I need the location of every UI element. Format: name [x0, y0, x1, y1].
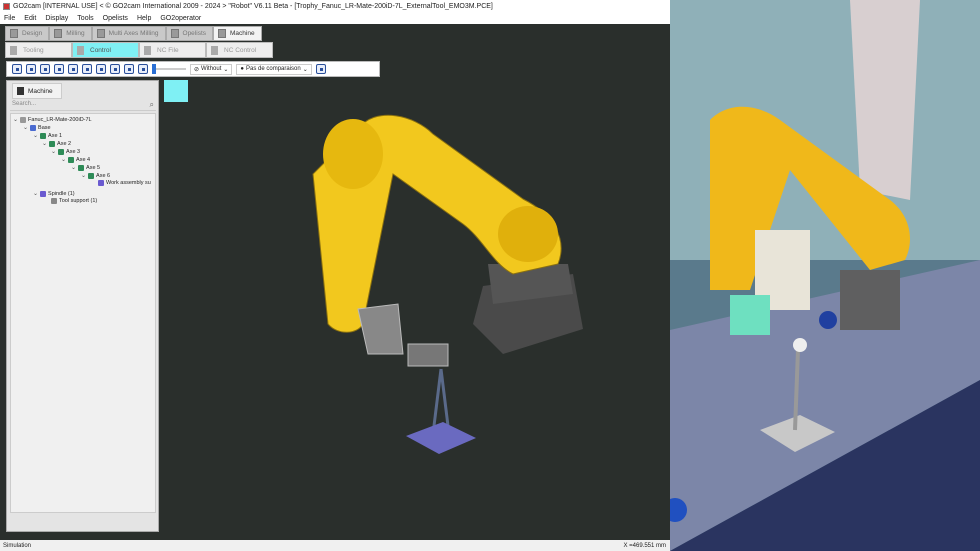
- tab-label: NC Control: [224, 46, 257, 54]
- 3d-viewport[interactable]: [163, 24, 670, 540]
- clock-icon: ⊘: [194, 66, 200, 73]
- menu-edit[interactable]: Edit: [24, 15, 36, 22]
- pause-icon[interactable]: [26, 64, 36, 74]
- tab-control[interactable]: Control: [72, 42, 139, 58]
- step-icon[interactable]: [68, 64, 78, 74]
- tree-node-axe5[interactable]: ⌄ Axe 5: [71, 164, 100, 171]
- tree-node-axe2[interactable]: ⌄ Axe 2: [42, 140, 71, 147]
- tab-label: Machine: [230, 30, 255, 37]
- tree-node-base[interactable]: ⌄ Base: [23, 124, 51, 131]
- tree-node-axe1[interactable]: ⌄ Axe 1: [33, 132, 62, 139]
- tab-label: Tooling: [23, 46, 44, 54]
- coordinate-readout: X =469.551 mm: [623, 542, 666, 549]
- play-icon[interactable]: [54, 64, 64, 74]
- sub-tabs: Tooling Control NC File NC Control: [5, 42, 273, 58]
- speed-gauge-icon[interactable]: [124, 64, 134, 74]
- tree-node-tool-support[interactable]: Tool support (1): [51, 198, 97, 204]
- camera-icon[interactable]: [315, 64, 326, 74]
- collision-icon[interactable]: [110, 64, 120, 74]
- search-icon[interactable]: ⌕: [150, 100, 154, 110]
- go2cam-window: GO2cam [INTERNAL USE] < © GO2cam Interna…: [0, 0, 670, 551]
- tab-tooling[interactable]: Tooling: [5, 42, 72, 58]
- menu-file[interactable]: File: [4, 15, 15, 22]
- machine-tree: ⌄ Fanuc_LR-Mate-200iD-7L ⌄ Base ⌄ Axe 1 ⌄ Ax…: [10, 113, 156, 550]
- multi-axes-icon: [96, 29, 105, 38]
- tree-node-axe6[interactable]: ⌄ Axe 6: [81, 172, 110, 179]
- tree-node-robot[interactable]: ⌄ Fanuc_LR-Mate-200iD-7L: [13, 116, 92, 123]
- menu-tools[interactable]: Tools: [77, 15, 93, 22]
- tab-label: Opelists: [182, 30, 206, 37]
- tab-label: Design: [22, 30, 43, 37]
- tab-label: Milling: [66, 30, 85, 37]
- tree-node-spindle[interactable]: ⌄ Spindle (1): [33, 190, 75, 197]
- tab-label: Multi Axes Milling: [108, 30, 159, 37]
- nc-control-icon: [211, 45, 218, 55]
- window-title: GO2cam [INTERNAL USE] < © GO2cam Interna…: [13, 2, 493, 10]
- comparison-label: Pas de comparaison: [246, 66, 301, 72]
- menu-opelists[interactable]: Opelists: [103, 15, 128, 22]
- control-icon: [77, 45, 84, 55]
- tab-nc-file[interactable]: NC File: [139, 42, 206, 58]
- menu-display[interactable]: Display: [45, 15, 68, 22]
- tab-opelists[interactable]: Opelists: [165, 26, 213, 41]
- app-icon: [3, 2, 10, 10]
- tab-nc-control[interactable]: NC Control: [206, 42, 273, 58]
- step-forward-icon[interactable]: [40, 64, 50, 74]
- menu-go2operator[interactable]: GO2operator: [160, 15, 201, 22]
- status-text: Simulation: [3, 542, 32, 549]
- robot-3d-model: [312, 114, 583, 454]
- opelists-icon: [170, 29, 179, 38]
- machine-tab-label: Machine: [28, 87, 53, 95]
- nc-file-icon: [144, 45, 151, 55]
- tab-machine[interactable]: Machine: [213, 26, 262, 41]
- machine-icon: [218, 29, 226, 38]
- menu-help[interactable]: Help: [137, 15, 151, 22]
- milling-icon: [54, 29, 63, 38]
- menu-bar: File Edit Display Tools Opelists Help GO…: [0, 12, 670, 24]
- tree-node-work-assembly[interactable]: Work assembly su: [98, 180, 151, 186]
- status-bar: Simulation X =469.551 mm: [0, 540, 670, 551]
- tab-label: Control: [90, 46, 111, 54]
- tab-milling[interactable]: Milling: [49, 26, 92, 41]
- tab-multi-axes-milling[interactable]: Multi Axes Milling: [91, 26, 166, 41]
- design-icon: [10, 29, 18, 38]
- view-toggle-button[interactable]: [164, 80, 188, 102]
- comparison-dropdown[interactable]: ● Pas de comparaison ⌄: [236, 63, 312, 75]
- stop-icon[interactable]: [12, 64, 22, 74]
- compare-icon: ●: [240, 66, 245, 72]
- tab-design[interactable]: Design: [5, 26, 50, 41]
- speed-icon[interactable]: [138, 64, 148, 74]
- machine-icon: [17, 87, 24, 95]
- search-input[interactable]: Search...: [10, 101, 156, 111]
- tab-label: NC File: [157, 46, 179, 54]
- speed-slider[interactable]: [152, 64, 186, 74]
- robot-photo: [670, 0, 980, 551]
- tree-node-axe3[interactable]: ⌄ Axe 3: [51, 148, 80, 155]
- tree-node-axe4[interactable]: ⌄ Axe 4: [61, 156, 90, 163]
- machine-panel: Machine Search... ⌕ ⌄ Fanuc_LR-Mate-200iD…: [6, 80, 159, 550]
- chevron-down-icon: ⌄: [223, 66, 229, 73]
- without-label: Without: [201, 66, 222, 72]
- title-bar: GO2cam [INTERNAL USE] < © GO2cam Interna…: [0, 0, 670, 12]
- tooling-icon: [10, 45, 17, 55]
- without-dropdown[interactable]: ⊘ Without ⌄: [190, 63, 233, 75]
- simulation-toolbar: ⊘ Without ⌄ ● Pas de comparaison ⌄: [6, 61, 380, 77]
- settings-sliders-icon[interactable]: [82, 64, 92, 74]
- machine-tab[interactable]: Machine: [12, 83, 62, 99]
- robot-icon[interactable]: [96, 64, 106, 74]
- mode-tabs: Design Milling Multi Axes Milling Opelis…: [5, 26, 262, 41]
- chevron-down-icon: ⌄: [302, 66, 308, 73]
